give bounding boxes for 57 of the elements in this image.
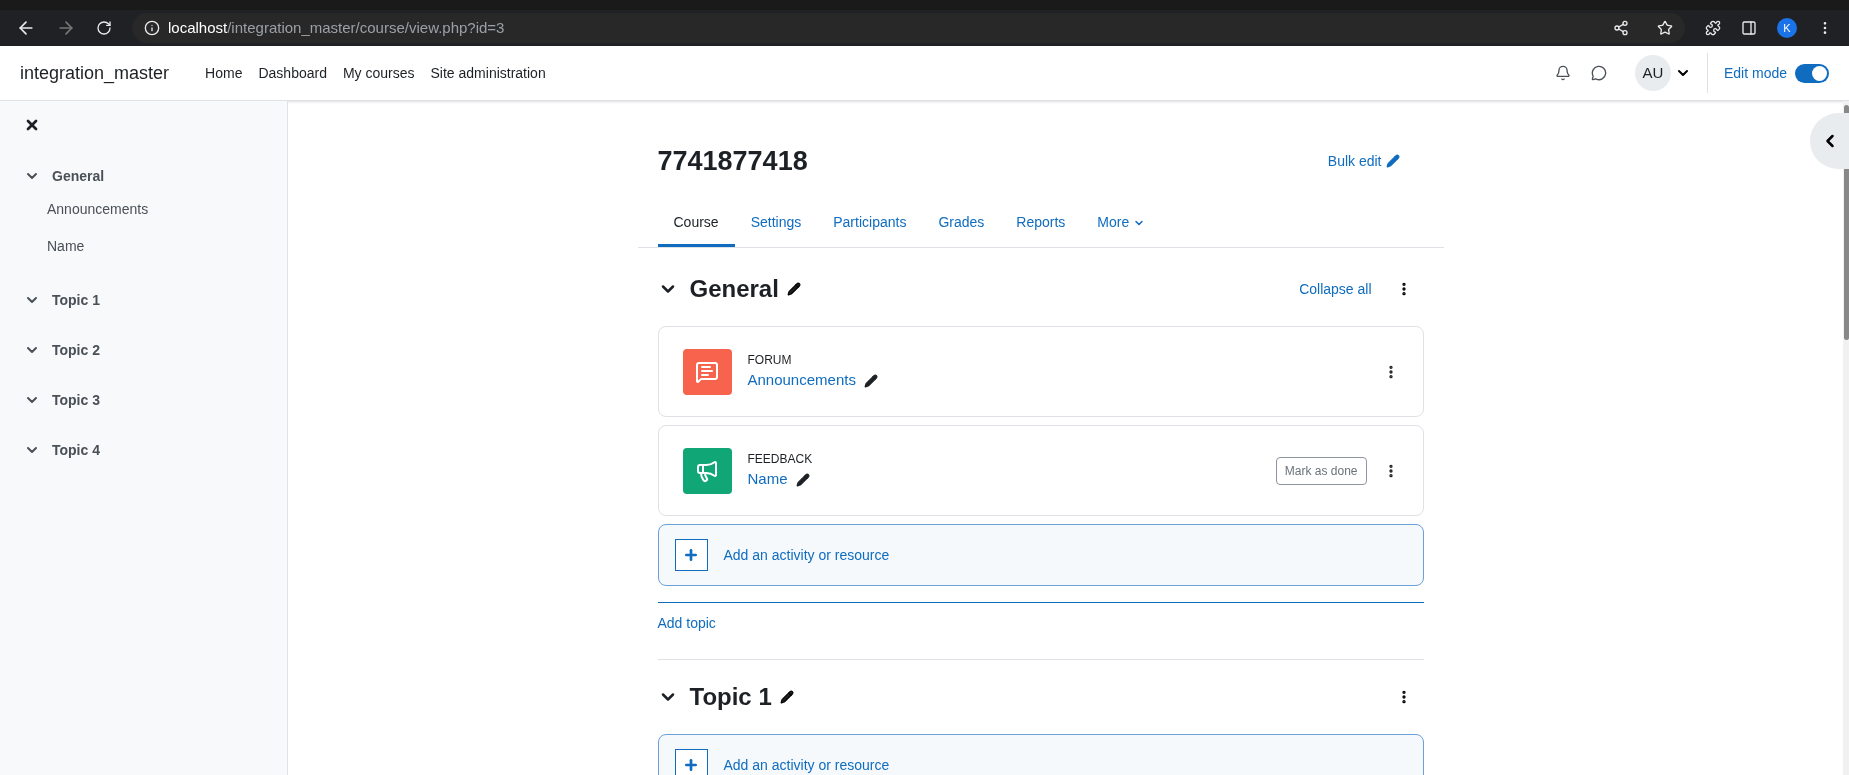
close-icon[interactable]	[24, 117, 40, 133]
address-bar[interactable]: localhost/integration_master/course/view.php?id=3	[132, 13, 1685, 43]
nav-link[interactable]: My courses	[342, 62, 415, 84]
share-icon[interactable]	[1613, 20, 1629, 36]
section-title: Topic 1	[689, 682, 772, 712]
add-activity-button[interactable]: Add an activity or resource	[657, 524, 1424, 586]
mark-as-done-button[interactable]: Mark as done	[1275, 456, 1367, 485]
nav-link[interactable]: Dashboard	[258, 62, 327, 84]
course-tab[interactable]: Course	[657, 201, 735, 247]
course-index-section[interactable]: General	[52, 165, 105, 187]
activity-type-label: FORUM	[747, 352, 793, 370]
course-tab[interactable]: Settings	[734, 201, 818, 247]
site-name[interactable]: integration_master	[20, 59, 170, 87]
user-avatar[interactable]: AU	[1634, 55, 1671, 91]
nav-link[interactable]: Home	[205, 62, 243, 84]
course-index-item[interactable]: Name	[47, 236, 85, 257]
notification-bell-icon[interactable]	[1554, 65, 1571, 81]
collapse-all-link[interactable]: Collapse all	[1299, 278, 1372, 300]
section-title: General	[689, 274, 779, 304]
activity-link[interactable]: Name	[747, 468, 788, 491]
pencil-icon[interactable]	[795, 472, 810, 487]
pencil-icon[interactable]	[863, 373, 878, 388]
course-tab[interactable]: Reports	[1000, 201, 1082, 247]
speech-bubble-icon	[695, 359, 719, 384]
plus-icon	[674, 749, 708, 775]
course-tab[interactable]: More	[1081, 201, 1162, 247]
extensions-icon[interactable]	[1705, 20, 1721, 36]
course-index-section[interactable]: Topic 4	[52, 439, 100, 461]
drawer-toggle-button[interactable]	[1810, 113, 1849, 169]
course-title: 7741877418	[657, 144, 808, 178]
bulk-edit-link[interactable]: Bulk edit	[1327, 150, 1400, 172]
url-path: /integration_master/course/view.php?id=3	[227, 17, 505, 38]
chat-bubble-icon[interactable]	[1590, 65, 1607, 81]
url-host: localhost	[168, 17, 228, 38]
activity-link[interactable]: Announcements	[747, 369, 856, 392]
add-topic-link[interactable]: Add topic	[657, 615, 716, 631]
course-index-section[interactable]: Topic 1	[52, 289, 100, 311]
bookmark-star-icon[interactable]	[1657, 20, 1673, 36]
reload-icon[interactable]	[96, 20, 112, 36]
course-index-section[interactable]: Topic 2	[52, 339, 100, 361]
profile-avatar[interactable]: K	[1777, 18, 1797, 38]
nav-link[interactable]: Site administration	[430, 62, 546, 84]
pencil-icon[interactable]	[786, 282, 801, 296]
course-index-item[interactable]: Announcements	[47, 199, 149, 220]
pencil-icon[interactable]	[779, 690, 794, 704]
edit-mode-label: Edit mode	[1723, 63, 1787, 83]
pencil-icon	[1385, 154, 1400, 168]
course-tab[interactable]: Grades	[922, 201, 1001, 247]
course-tab[interactable]: Participants	[817, 201, 923, 247]
course-index-section[interactable]: Topic 3	[52, 389, 100, 411]
megaphone-icon	[695, 458, 719, 483]
side-panel-icon[interactable]	[1741, 20, 1757, 36]
info-icon	[144, 20, 160, 36]
plus-icon	[674, 539, 708, 571]
activity-type-label: FEEDBACK	[747, 451, 813, 469]
add-activity-button[interactable]: Add an activity or resource	[657, 734, 1424, 775]
edit-mode-switch[interactable]	[1795, 63, 1829, 83]
